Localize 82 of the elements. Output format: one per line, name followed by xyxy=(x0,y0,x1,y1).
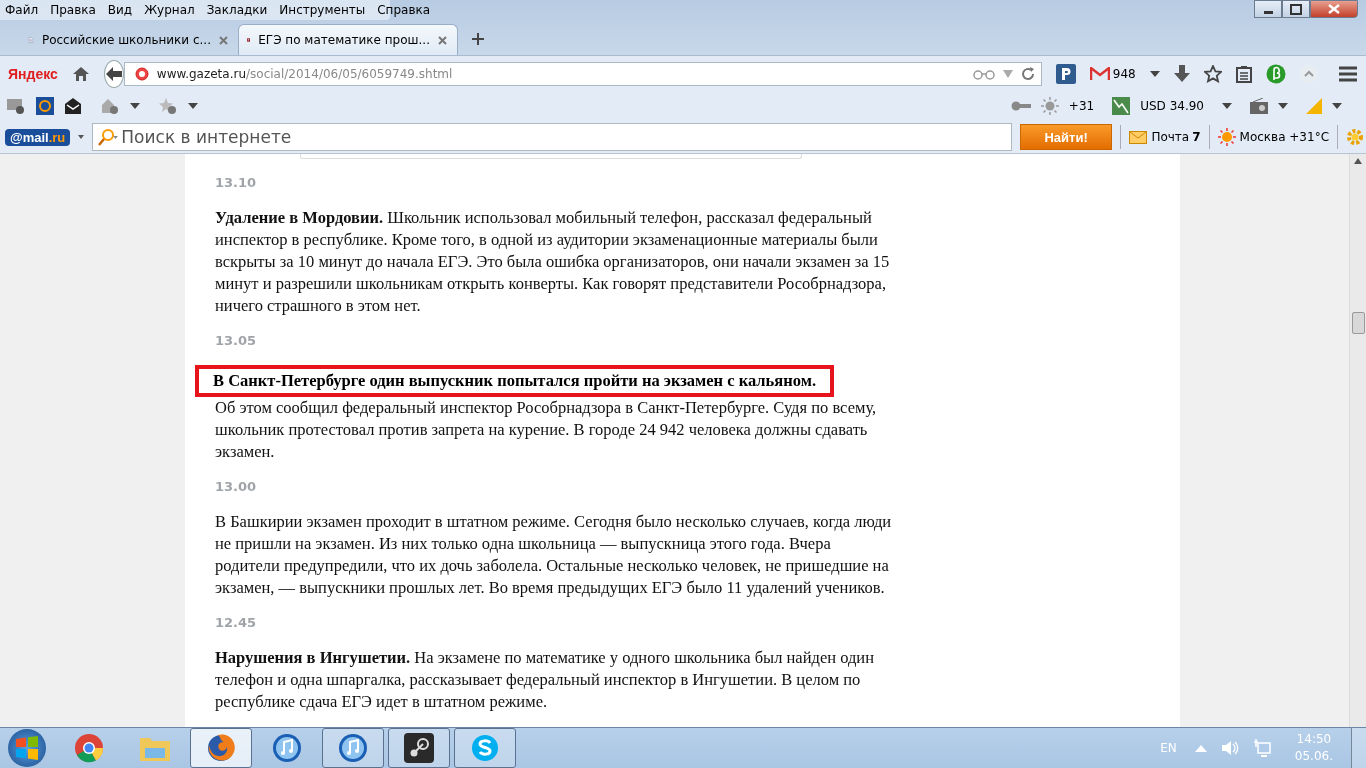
key-icon[interactable] xyxy=(1010,101,1031,111)
star-key-icon[interactable] xyxy=(158,97,178,115)
letter-s-icon xyxy=(470,733,500,763)
minimize-icon xyxy=(1263,10,1273,14)
minimize-button[interactable] xyxy=(1254,0,1282,18)
radio-icon[interactable] xyxy=(1250,98,1268,114)
envelope-icon[interactable] xyxy=(64,97,82,115)
mail-key-icon[interactable] xyxy=(6,97,26,115)
yandex-logo[interactable]: Яндекс xyxy=(8,65,58,82)
start-button[interactable] xyxy=(8,729,46,767)
scroll-thumb[interactable] xyxy=(1351,312,1365,334)
sun-icon[interactable] xyxy=(1217,128,1236,146)
dropdown-icon[interactable] xyxy=(1332,103,1342,109)
currency-text[interactable]: USD 34.90 xyxy=(1140,99,1204,113)
restore-icon xyxy=(1290,3,1302,15)
entry-text: Об этом сообщил федеральный инспектор Рособрнадзора в Санкт-Петербурге. Судя по всему, школьник протестовал против запрета на курение. В городе 24 942 человека должны сдавать экзамен. xyxy=(215,397,878,463)
beta-icon[interactable] xyxy=(1265,63,1286,84)
taskbar-app[interactable] xyxy=(454,728,516,768)
piston-logo-icon xyxy=(404,733,434,763)
entry-text: Удаление в Мордовии. Школьник использовал мобильный телефон, рассказал федеральный инспектор в республике. Кроме того, в одной из аудитории экзаменационные материалы были вскрыты за 10 минут до начала ЕГЭ. Это была ошибка организаторов, они начали экзамен за 15 минут и разрешили школьникам открыть конверты. Как говорят представители Рособрнадзора, ничего страшного в этом нет. xyxy=(215,207,891,317)
scrollbar[interactable] xyxy=(1349,154,1366,727)
menu-item[interactable]: Вид xyxy=(102,3,140,17)
entry-time: 13.05 xyxy=(215,333,258,348)
close-button[interactable] xyxy=(1310,0,1358,18)
reload-icon[interactable] xyxy=(1020,66,1035,81)
taskbar-app[interactable] xyxy=(190,728,252,768)
glasses-icon[interactable] xyxy=(972,67,995,80)
download-icon[interactable] xyxy=(1173,64,1190,83)
browser-tab[interactable]: ЕГЭ по математике прош... xyxy=(238,24,458,55)
home-key-icon[interactable] xyxy=(100,97,120,115)
dropdown-icon[interactable] xyxy=(1149,70,1160,77)
entry-time: 12.45 xyxy=(215,615,258,630)
round-logo-icon xyxy=(74,733,104,763)
dropdown-icon[interactable] xyxy=(188,103,198,109)
windows-logo-icon xyxy=(13,734,41,762)
weather-link[interactable]: Москва +31°C xyxy=(1239,130,1329,144)
dropdown-icon[interactable] xyxy=(78,135,85,139)
taskbar-app[interactable] xyxy=(322,728,384,768)
entry-time: 13.00 xyxy=(215,479,258,494)
entry-text: Нарушения в Ингушетии. На экзамене по математике у одного школьника был найден один телефон и одна шпаргалка, рассказывает федеральный инспектор в Ингушетии. В целом по республике сдача ЕГЭ идет в штатном режиме. xyxy=(215,647,875,713)
menu-item[interactable]: Файл xyxy=(0,3,46,17)
restore-button[interactable] xyxy=(1282,0,1310,18)
chart-down-icon[interactable] xyxy=(1112,97,1131,115)
back-button[interactable] xyxy=(103,59,124,88)
mail-icon[interactable] xyxy=(1089,66,1110,81)
music-note-icon xyxy=(272,733,302,763)
search-icon[interactable] xyxy=(97,128,120,146)
mail-link[interactable]: Почта xyxy=(1151,130,1190,144)
scroll-up-icon[interactable] xyxy=(1354,158,1362,164)
site-identity-icon[interactable] xyxy=(134,66,149,81)
menu-item[interactable]: Журнал xyxy=(139,3,202,17)
show-desktop-button[interactable] xyxy=(1351,728,1366,768)
menu-item[interactable]: Закладки xyxy=(201,3,275,17)
home-icon[interactable] xyxy=(71,65,90,82)
weather-text[interactable]: +31 xyxy=(1068,99,1095,113)
search-box[interactable]: Поиск в интернете xyxy=(92,123,1012,151)
address-field[interactable]: www.gazeta.ru/social/2014/06/05/6059749.shtml xyxy=(123,61,1042,86)
menu-item[interactable]: Правка xyxy=(45,3,103,17)
mail-count: 948 xyxy=(1112,66,1136,81)
new-tab-icon[interactable] xyxy=(472,33,484,45)
mail-count: 7 xyxy=(1192,130,1201,144)
music-note-icon xyxy=(338,733,368,763)
star-icon[interactable] xyxy=(1203,64,1222,83)
dropdown-icon[interactable] xyxy=(130,103,140,109)
at-sign-icon[interactable] xyxy=(36,97,54,115)
entry-time: 13.10 xyxy=(215,175,258,190)
dropdown-icon[interactable] xyxy=(1222,103,1232,109)
dropdown-icon[interactable] xyxy=(1278,103,1288,109)
menu-item[interactable]: Справка xyxy=(372,3,438,17)
clipboard-icon[interactable] xyxy=(1235,64,1252,83)
menu-icon[interactable] xyxy=(1337,65,1358,82)
browser-tab[interactable]: Российские школьники с... xyxy=(20,25,238,55)
fox-globe-icon xyxy=(206,733,236,763)
close-icon[interactable] xyxy=(219,35,228,45)
entry-text: В Башкирии экзамен проходит в штатном режиме. Сегодня было несколько случаев, когда люди не пришли на экзамен. Из них только одна школьница — выпускница этого года. Вчера родители предупредили, что их дочь заболела. Остальные несколько человек, не пришедшие на экзамен, — выпускники прошлых лет. Во время предыдущих ЕГЭ было 11 удалений учеников. xyxy=(215,511,893,599)
close-icon[interactable] xyxy=(438,35,447,45)
taskbar-app[interactable] xyxy=(388,728,450,768)
parking-icon[interactable] xyxy=(1055,63,1076,84)
mailru-logo[interactable]: @mail.ru xyxy=(5,128,71,146)
close-icon xyxy=(1328,4,1340,14)
entry-headline: В Санкт-Петербурге один выпускник попытался пройти на экзамен с кальяном. xyxy=(195,365,835,397)
menu-item[interactable]: Инструменты xyxy=(274,3,373,17)
